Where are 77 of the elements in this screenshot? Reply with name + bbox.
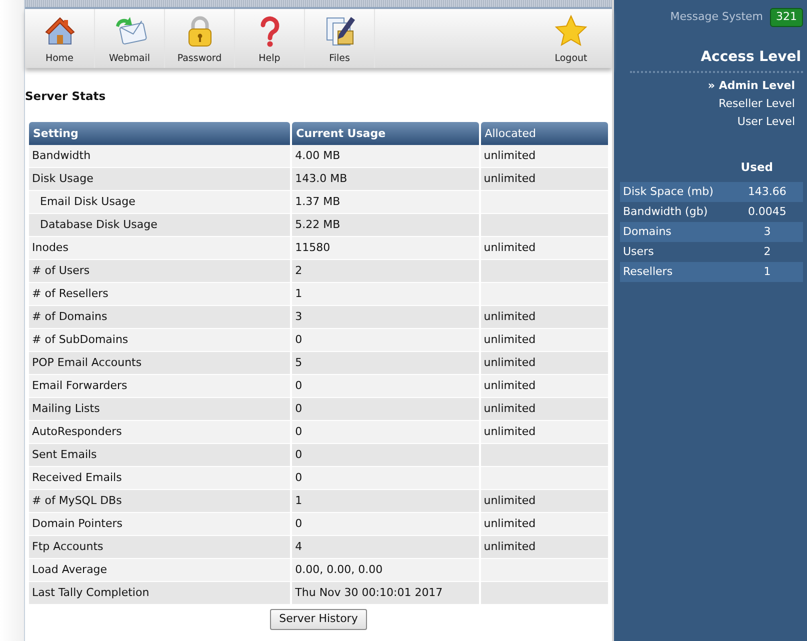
table-cell: Bandwidth <box>29 145 290 168</box>
column-header: Allocated <box>480 122 608 146</box>
page-title: Server Stats <box>25 88 106 105</box>
used-heading: Used <box>740 158 774 176</box>
stat-value: 0.0045 <box>746 204 788 220</box>
table-cell: 0 <box>292 398 479 422</box>
access-level-title: Access Level <box>700 48 802 66</box>
stat-label: Disk Space (mb) <box>622 184 714 200</box>
table-cell: 1 <box>292 490 479 514</box>
star-icon <box>554 14 588 48</box>
table-cell: unlimited <box>480 398 608 422</box>
table-cell: Inodes <box>29 237 290 260</box>
table-cell: 11580 <box>292 237 479 260</box>
table-cell: unlimited <box>480 145 608 168</box>
table-cell: AutoResponders <box>29 421 290 444</box>
table-cell: 2 <box>292 260 479 284</box>
table-cell: Ftp Accounts <box>29 536 290 560</box>
table-cell: 143.0 MB <box>292 168 479 192</box>
table-cell: # of SubDomains <box>29 329 290 352</box>
table-cell: Last Tally Completion <box>29 582 290 606</box>
table-cell: unlimited <box>480 306 608 330</box>
table-cell: 5 <box>292 352 479 376</box>
table-cell: POP Email Accounts <box>29 352 290 376</box>
table-cell: Domain Pointers <box>29 513 290 536</box>
table-cell: unlimited <box>480 329 608 352</box>
message-system-link[interactable]: Message System <box>670 9 763 26</box>
table-cell: 3 <box>292 306 479 330</box>
table-cell: 1 <box>292 283 479 306</box>
stat-label: Resellers <box>622 264 674 280</box>
table-cell: # of Resellers <box>29 283 290 306</box>
access-level-link[interactable]: » Admin Level <box>702 76 803 94</box>
column-header: Setting <box>29 122 290 146</box>
table-cell: Database Disk Usage <box>29 214 290 238</box>
table-cell: 0 <box>292 513 479 536</box>
table-cell: Mailing Lists <box>29 398 290 422</box>
table-cell: # of Domains <box>29 306 290 330</box>
table-cell: # of MySQL DBs <box>29 490 290 514</box>
table-cell: Email Disk Usage <box>29 191 290 214</box>
table-cell: Received Emails <box>29 467 290 490</box>
table-cell: unlimited <box>480 536 608 560</box>
stat-value: 2 <box>762 244 772 260</box>
table-cell: # of Users <box>29 260 290 284</box>
table-cell: unlimited <box>480 352 608 376</box>
toolbar-button[interactable]: Files <box>305 9 375 68</box>
table-cell: 1.37 MB <box>292 191 479 214</box>
toolbar-button[interactable]: Logout <box>536 9 606 68</box>
table-cell: unlimited <box>480 168 608 192</box>
table-cell: Sent Emails <box>29 444 290 468</box>
access-level-link[interactable]: Reseller Level <box>712 94 803 112</box>
table-cell: unlimited <box>480 375 608 398</box>
stat-label: Users <box>622 244 655 260</box>
message-count: 321 <box>770 8 803 26</box>
stat-value: 1 <box>762 264 772 280</box>
table-cell: 0 <box>292 375 479 398</box>
table-cell: Email Forwarders <box>29 375 290 398</box>
table-cell: 4.00 MB <box>292 145 479 168</box>
table-cell: 0 <box>292 467 479 490</box>
table-cell: unlimited <box>480 513 608 536</box>
table-cell: 4 <box>292 536 479 560</box>
stat-value: 143.66 <box>746 184 788 200</box>
table-cell: Load Average <box>29 559 290 582</box>
table-cell: unlimited <box>480 237 608 260</box>
table-cell: 5.22 MB <box>292 214 479 238</box>
stat-value: 3 <box>762 224 772 240</box>
column-header: Current Usage <box>292 122 479 146</box>
table-cell: unlimited <box>480 421 608 444</box>
server-history-button[interactable]: Server History <box>270 609 367 630</box>
table-cell: 0.00, 0.00, 0.00 <box>292 559 479 582</box>
table-cell: Thu Nov 30 00:10:01 2017 <box>292 582 479 606</box>
table-cell: 0 <box>292 444 479 468</box>
table-cell: Disk Usage <box>29 168 290 192</box>
access-level-link[interactable]: User Level <box>731 112 803 130</box>
table-cell: unlimited <box>480 490 608 514</box>
table-cell: 0 <box>292 421 479 444</box>
stat-label: Domains <box>622 224 672 240</box>
stat-label: Bandwidth (gb) <box>622 204 709 220</box>
table-cell: 0 <box>292 329 479 352</box>
